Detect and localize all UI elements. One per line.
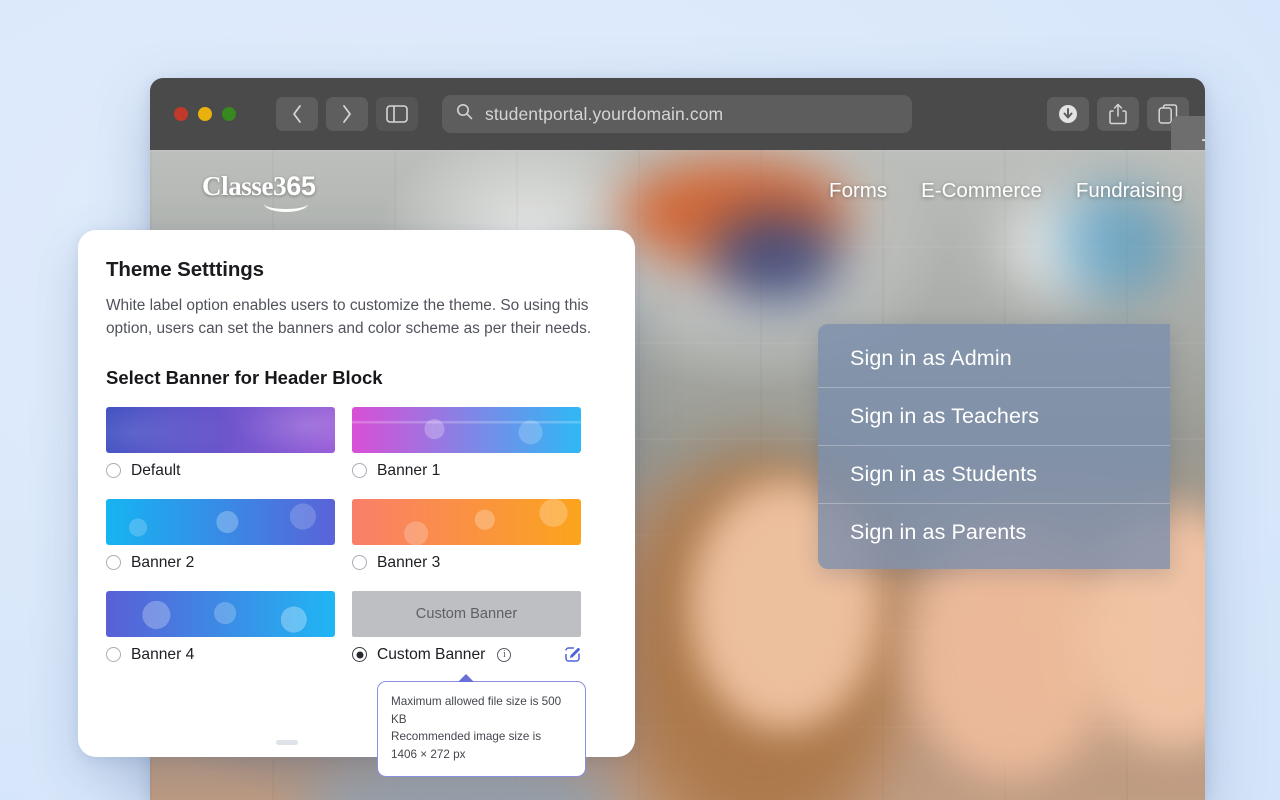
sidebar-toggle-button[interactable]: [376, 97, 418, 131]
sidebar-toggle-icon: [386, 105, 408, 123]
banner-preview-3[interactable]: [352, 498, 581, 545]
radio-banner-3[interactable]: [352, 555, 367, 571]
edit-pencil-icon[interactable]: [564, 646, 581, 663]
search-icon: [456, 103, 473, 125]
banner-option-4: Banner 4: [106, 590, 335, 777]
tooltip-line-3: 1406 × 272 px: [391, 748, 466, 762]
tooltip-line-2: Recommended image size is: [391, 730, 542, 744]
banner-decor: [352, 406, 581, 453]
nav-item-forms[interactable]: Forms: [829, 179, 887, 203]
radio-banner-4[interactable]: [106, 647, 121, 663]
toolbar-right-actions: [1047, 97, 1189, 131]
panel-scroll-indicator: [276, 740, 298, 745]
address-bar-text: studentportal.yourdomain.com: [485, 103, 724, 124]
radio-banner-2[interactable]: [106, 555, 121, 571]
banner-label-4: Banner 4: [131, 645, 195, 663]
close-window-button[interactable]: [174, 107, 188, 121]
signin-item-parents[interactable]: Sign in as Parents: [818, 503, 1170, 561]
nav-item-fundraising[interactable]: Fundraising: [1076, 179, 1183, 203]
banner-preview-4[interactable]: [106, 590, 335, 637]
custom-banner-placeholder[interactable]: Custom Banner: [352, 590, 581, 637]
share-button[interactable]: [1097, 97, 1139, 131]
banner-radio-row[interactable]: Banner 3: [352, 545, 581, 581]
banner-radio-row[interactable]: Banner 2: [106, 545, 335, 581]
window-controls[interactable]: [174, 107, 236, 121]
info-icon[interactable]: i: [497, 647, 512, 662]
banner-option-2: Banner 2: [106, 498, 335, 581]
site-logo[interactable]: Classe365: [202, 171, 316, 212]
banner-radio-row[interactable]: Default: [106, 453, 335, 489]
back-button[interactable]: [276, 97, 318, 131]
banner-label-3: Banner 3: [377, 553, 441, 571]
banner-option-grid: Default Banner 1 Banner 2 Banner 3 Banne…: [106, 406, 607, 777]
address-bar[interactable]: studentportal.yourdomain.com: [442, 95, 912, 133]
banner-label-custom: Custom Banner: [377, 645, 486, 663]
browser-toolbar: studentportal.yourdomain.com: [150, 78, 1205, 166]
forward-button[interactable]: [326, 97, 368, 131]
banner-decor: [352, 498, 581, 545]
radio-custom-banner[interactable]: [352, 647, 367, 663]
banner-option-default: Default: [106, 406, 335, 489]
banner-label-1: Banner 1: [377, 461, 441, 479]
banner-preview-1[interactable]: [352, 406, 581, 453]
banner-decor: [106, 498, 335, 545]
share-icon: [1108, 103, 1128, 125]
banner-decor: [106, 406, 335, 453]
theme-settings-panel: Theme Setttings White label option enabl…: [78, 230, 635, 777]
banner-radio-row[interactable]: Banner 4: [106, 637, 335, 673]
site-header: Classe365 Forms E-Commerce Fundraising: [150, 150, 1205, 232]
banner-radio-row[interactable]: Banner 1: [352, 453, 581, 489]
banner-option-3: Banner 3: [352, 498, 581, 581]
chevron-left-icon: [291, 104, 303, 124]
banner-preview-default[interactable]: [106, 406, 335, 453]
panel-title: Theme Setttings: [106, 258, 264, 281]
minimize-window-button[interactable]: [198, 107, 212, 121]
zoom-window-button[interactable]: [222, 107, 236, 121]
panel-description: White label option enables users to cust…: [106, 297, 592, 338]
banner-option-1: Banner 1: [352, 406, 581, 489]
site-nav: Forms E-Commerce Fundraising: [829, 179, 1183, 203]
signin-item-admin[interactable]: Sign in as Admin: [818, 330, 1170, 387]
download-icon: [1057, 103, 1079, 125]
banner-decor: [106, 590, 335, 637]
banner-option-custom: Custom Banner Custom Banner i Maximum al…: [352, 590, 586, 777]
custom-banner-placeholder-text: Custom Banner: [415, 605, 518, 622]
nav-item-ecommerce[interactable]: E-Commerce: [921, 179, 1042, 203]
custom-banner-tooltip: Maximum allowed file size is 500 KB Reco…: [377, 673, 586, 777]
signin-item-students[interactable]: Sign in as Students: [818, 445, 1170, 503]
banner-label-default: Default: [131, 461, 181, 479]
downloads-button[interactable]: [1047, 97, 1089, 131]
tooltip-line-1: Maximum allowed file size is 500 KB: [391, 694, 562, 726]
radio-banner-1[interactable]: [352, 463, 367, 479]
screen: studentportal.yourdomain.com Classe365 F…: [0, 0, 1280, 800]
logo-smile-icon: [264, 196, 308, 212]
signin-dropdown-menu: Sign in as Admin Sign in as Teachers Sig…: [818, 324, 1170, 569]
radio-default[interactable]: [106, 463, 121, 479]
banner-radio-row-custom[interactable]: Custom Banner i: [352, 637, 581, 673]
signin-item-teachers[interactable]: Sign in as Teachers: [818, 387, 1170, 445]
banner-label-2: Banner 2: [131, 553, 195, 571]
banner-section-title: Select Banner for Header Block: [106, 366, 383, 388]
banner-preview-2[interactable]: [106, 498, 335, 545]
chevron-right-icon: [341, 104, 353, 124]
